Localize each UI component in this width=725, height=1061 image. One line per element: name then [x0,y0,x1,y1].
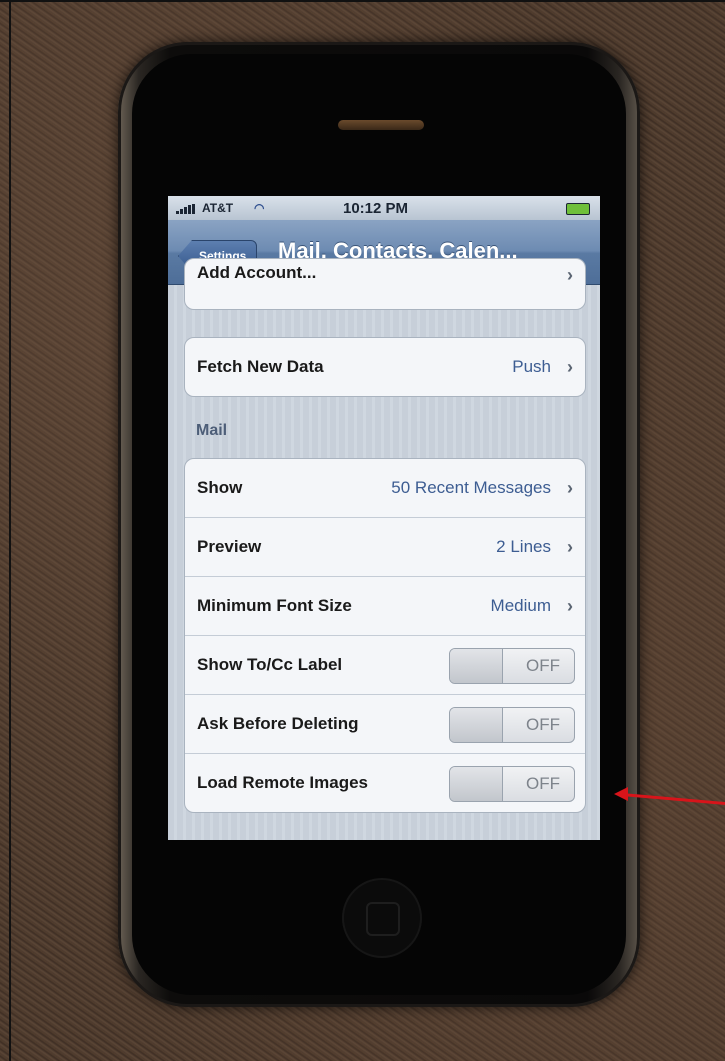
ask-before-deleting-label: Ask Before Deleting [197,714,359,733]
fetch-group: Fetch New Data Push › [184,337,586,397]
toggle-knob [450,767,503,801]
add-account-label: Add Account... [197,263,317,282]
load-remote-images-label: Load Remote Images [197,773,368,792]
chevron-right-icon: › [567,265,573,285]
show-label: Show [197,478,243,497]
show-to-cc-label-toggle[interactable]: OFF [449,648,575,684]
minimum-font-size-value: Medium [490,596,551,615]
signal-strength-icon [176,204,198,214]
chevron-right-icon: › [567,536,573,557]
image-border-top [0,0,725,2]
home-button[interactable] [342,878,422,958]
battery-icon [566,203,590,215]
show-row[interactable]: Show 50 Recent Messages › [185,459,585,517]
show-to-cc-label-label: Show To/Cc Label [197,655,343,674]
load-remote-images-row: Load Remote Images OFF [185,753,585,812]
toggle-state-text: OFF [526,715,560,734]
toggle-knob [450,708,503,742]
chevron-right-icon: › [567,595,573,616]
image-border-left [9,0,11,1061]
status-time: 10:12 PM [343,200,409,217]
status-bar: AT&T ◠ 10:12 PM [168,196,600,220]
toggle-knob [450,649,503,683]
annotation-arrow-head-icon [614,787,628,801]
carrier-name: AT&T [202,201,234,215]
toggle-state-text: OFF [526,774,560,793]
minimum-font-size-label: Minimum Font Size [197,596,352,615]
mail-section-header: Mail [196,422,228,439]
accounts-group: Add Account... › [184,258,586,310]
preview-label: Preview [197,537,262,556]
fetch-new-data-row[interactable]: Fetch New Data Push › [185,338,585,396]
ask-before-deleting-toggle[interactable]: OFF [449,707,575,743]
minimum-font-size-row[interactable]: Minimum Font Size Medium › [185,576,585,635]
chevron-right-icon: › [567,356,573,377]
fetch-new-data-label: Fetch New Data [197,357,324,376]
preview-row[interactable]: Preview 2 Lines › [185,517,585,576]
ask-before-deleting-row: Ask Before Deleting OFF [185,694,585,753]
add-account-row[interactable]: Add Account... › [185,259,585,309]
show-to-cc-label-row: Show To/Cc Label OFF [185,635,585,694]
chevron-right-icon: › [567,477,573,498]
load-remote-images-toggle[interactable]: OFF [449,766,575,802]
show-value: 50 Recent Messages [391,478,551,497]
toggle-state-text: OFF [526,656,560,675]
preview-value: 2 Lines [496,537,551,556]
home-square-icon [366,902,400,936]
phone-screen: AT&T ◠ 10:12 PM Settings Mail, Contacts,… [168,196,600,840]
wifi-icon: ◠ [254,201,265,215]
fetch-new-data-value: Push [512,357,551,376]
earpiece-speaker [338,120,424,130]
mail-settings-group: Show 50 Recent Messages › Preview 2 Line… [184,458,586,813]
